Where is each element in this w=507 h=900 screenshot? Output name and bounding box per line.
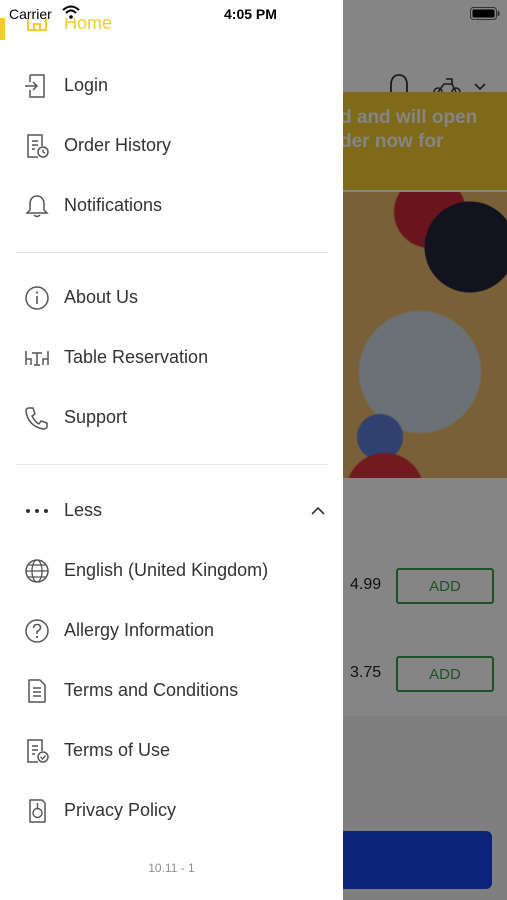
globe-icon — [24, 558, 50, 584]
drawer-item-label: Terms and Conditions — [64, 680, 239, 700]
bell-icon — [24, 193, 50, 219]
drawer-item-label: Login — [64, 75, 109, 95]
app-version: 10.11 - 1 — [148, 861, 195, 875]
drawer-item-terms-and-conditions[interactable]: Terms and Conditions — [0, 665, 343, 717]
drawer-divider — [16, 464, 328, 465]
drawer-item-label: Privacy Policy — [64, 800, 177, 820]
drawer-item-privacy-policy[interactable]: Privacy Policy — [0, 785, 343, 837]
drawer-item-allergy-information[interactable]: Allergy Information — [0, 605, 343, 657]
privacy-icon — [24, 798, 50, 824]
order-history-icon — [24, 133, 50, 159]
drawer-item-notifications[interactable]: Notifications — [0, 180, 343, 232]
status-time: 4:05 PM — [224, 6, 277, 22]
drawer-item-label: Notifications — [64, 195, 163, 215]
drawer-divider — [16, 252, 328, 253]
drawer-item-label: Table Reservation — [64, 347, 209, 367]
drawer-item-login[interactable]: Login — [0, 60, 343, 112]
drawer-item-label: Allergy Information — [64, 620, 215, 640]
table-icon — [24, 345, 50, 371]
login-icon — [24, 73, 50, 99]
battery-icon — [470, 7, 500, 20]
drawer-item-label: English (United Kingdom) — [64, 560, 269, 580]
phone-icon — [24, 405, 50, 431]
navigation-drawer: Home Login Order History Notifications A… — [0, 0, 343, 900]
drawer-item-order-history[interactable]: Order History — [0, 120, 343, 172]
wifi-icon — [62, 5, 80, 19]
status-bar: Carrier 4:05 PM — [0, 0, 507, 28]
info-icon — [24, 285, 50, 311]
question-icon — [24, 618, 50, 644]
drawer-item-label: Support — [64, 407, 128, 427]
more-dots-icon — [24, 498, 50, 524]
drawer-item-table-reservation[interactable]: Table Reservation — [0, 332, 343, 384]
carrier-label: Carrier — [9, 6, 52, 22]
drawer-item-terms-of-use[interactable]: Terms of Use — [0, 725, 343, 777]
drawer-item-label: Terms of Use — [64, 740, 171, 760]
document-icon — [24, 678, 50, 704]
drawer-item-label: Less — [64, 500, 103, 520]
document-check-icon — [24, 738, 50, 764]
drawer-item-label: About Us — [64, 287, 139, 307]
drawer-item-less-toggle[interactable]: Less — [0, 485, 343, 537]
drawer-item-label: Order History — [64, 135, 172, 155]
drawer-item-about-us[interactable]: About Us — [0, 272, 343, 324]
chevron-up-icon — [311, 506, 325, 515]
drawer-item-language[interactable]: English (United Kingdom) — [0, 545, 343, 597]
drawer-item-support[interactable]: Support — [0, 392, 343, 444]
